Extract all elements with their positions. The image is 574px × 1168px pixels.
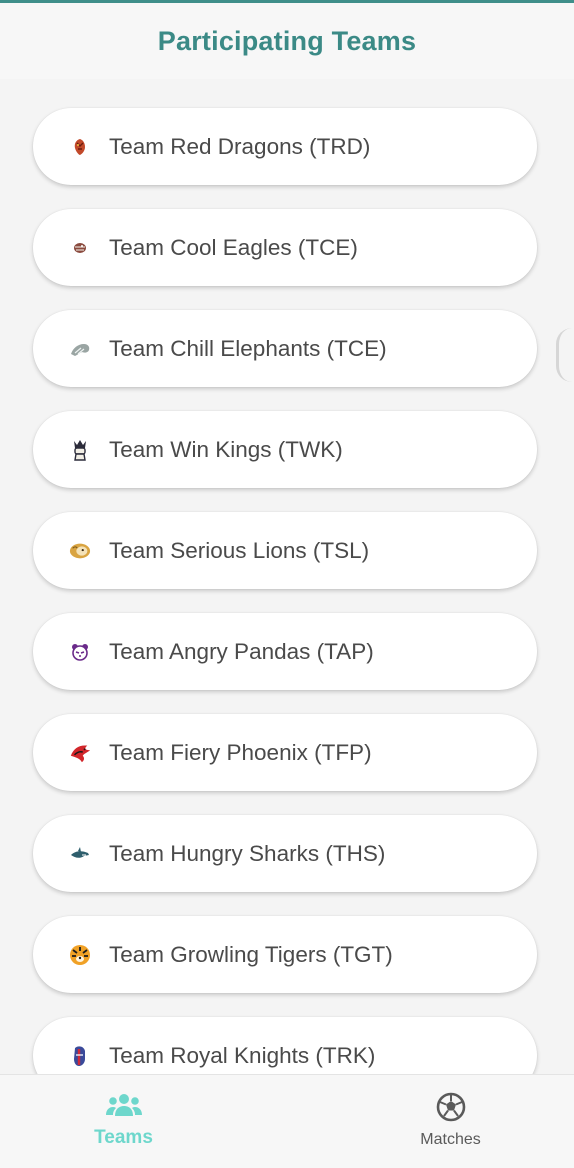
- team-card-royal-knights[interactable]: Team Royal Knights (TRK): [33, 1017, 537, 1074]
- elephant-icon: [69, 338, 91, 360]
- team-name: Team Win Kings (TWK): [109, 436, 343, 462]
- tab-matches[interactable]: Matches: [327, 1075, 574, 1168]
- bottom-navigation: Teams Matches: [0, 1074, 574, 1168]
- tab-teams[interactable]: Teams: [0, 1075, 327, 1168]
- team-name: Team Fiery Phoenix (TFP): [109, 739, 372, 765]
- people-icon: [105, 1092, 142, 1123]
- team-card-cool-eagles[interactable]: Team Cool Eagles (TCE): [33, 209, 537, 286]
- tab-teams-label: Teams: [94, 1126, 153, 1148]
- soccer-ball-icon: [436, 1092, 466, 1127]
- team-name: Team Serious Lions (TSL): [109, 537, 370, 563]
- team-card-hungry-sharks[interactable]: Team Hungry Sharks (THS): [33, 815, 537, 892]
- team-name: Team Chill Elephants (TCE): [109, 335, 387, 361]
- king-icon: [69, 439, 91, 461]
- phoenix-icon: [69, 742, 91, 764]
- team-list[interactable]: Team Red Dragons (TRD) Team Cool Eagles …: [0, 79, 574, 1074]
- team-name: Team Royal Knights (TRK): [109, 1042, 376, 1068]
- team-card-fiery-phoenix[interactable]: Team Fiery Phoenix (TFP): [33, 714, 537, 791]
- team-card-red-dragons[interactable]: Team Red Dragons (TRD): [33, 108, 537, 185]
- team-name: Team Hungry Sharks (THS): [109, 840, 386, 866]
- shark-icon: [69, 843, 91, 865]
- team-card-serious-lions[interactable]: Team Serious Lions (TSL): [33, 512, 537, 589]
- page-title: Participating Teams: [157, 25, 417, 56]
- team-name: Team Angry Pandas (TAP): [109, 638, 374, 664]
- team-card-angry-pandas[interactable]: Team Angry Pandas (TAP): [33, 613, 537, 690]
- dragon-icon: [69, 136, 91, 158]
- team-card-chill-elephants[interactable]: Team Chill Elephants (TCE): [33, 310, 537, 387]
- scroll-edge-indicator: [556, 328, 572, 382]
- panda-icon: [69, 641, 91, 663]
- eagle-icon: [69, 237, 91, 259]
- team-name: Team Growling Tigers (TGT): [109, 941, 393, 967]
- tab-matches-label: Matches: [420, 1130, 481, 1148]
- team-name: Team Red Dragons (TRD): [109, 133, 371, 159]
- team-card-win-kings[interactable]: Team Win Kings (TWK): [33, 411, 537, 488]
- lion-icon: [69, 540, 91, 562]
- team-card-growling-tigers[interactable]: Team Growling Tigers (TGT): [33, 916, 537, 993]
- team-name: Team Cool Eagles (TCE): [109, 234, 358, 260]
- knight-icon: [69, 1045, 91, 1067]
- app-screen: Participating Teams Team Red Dragons (TR…: [0, 0, 574, 1168]
- tiger-icon: [69, 944, 91, 966]
- header: Participating Teams: [0, 3, 574, 79]
